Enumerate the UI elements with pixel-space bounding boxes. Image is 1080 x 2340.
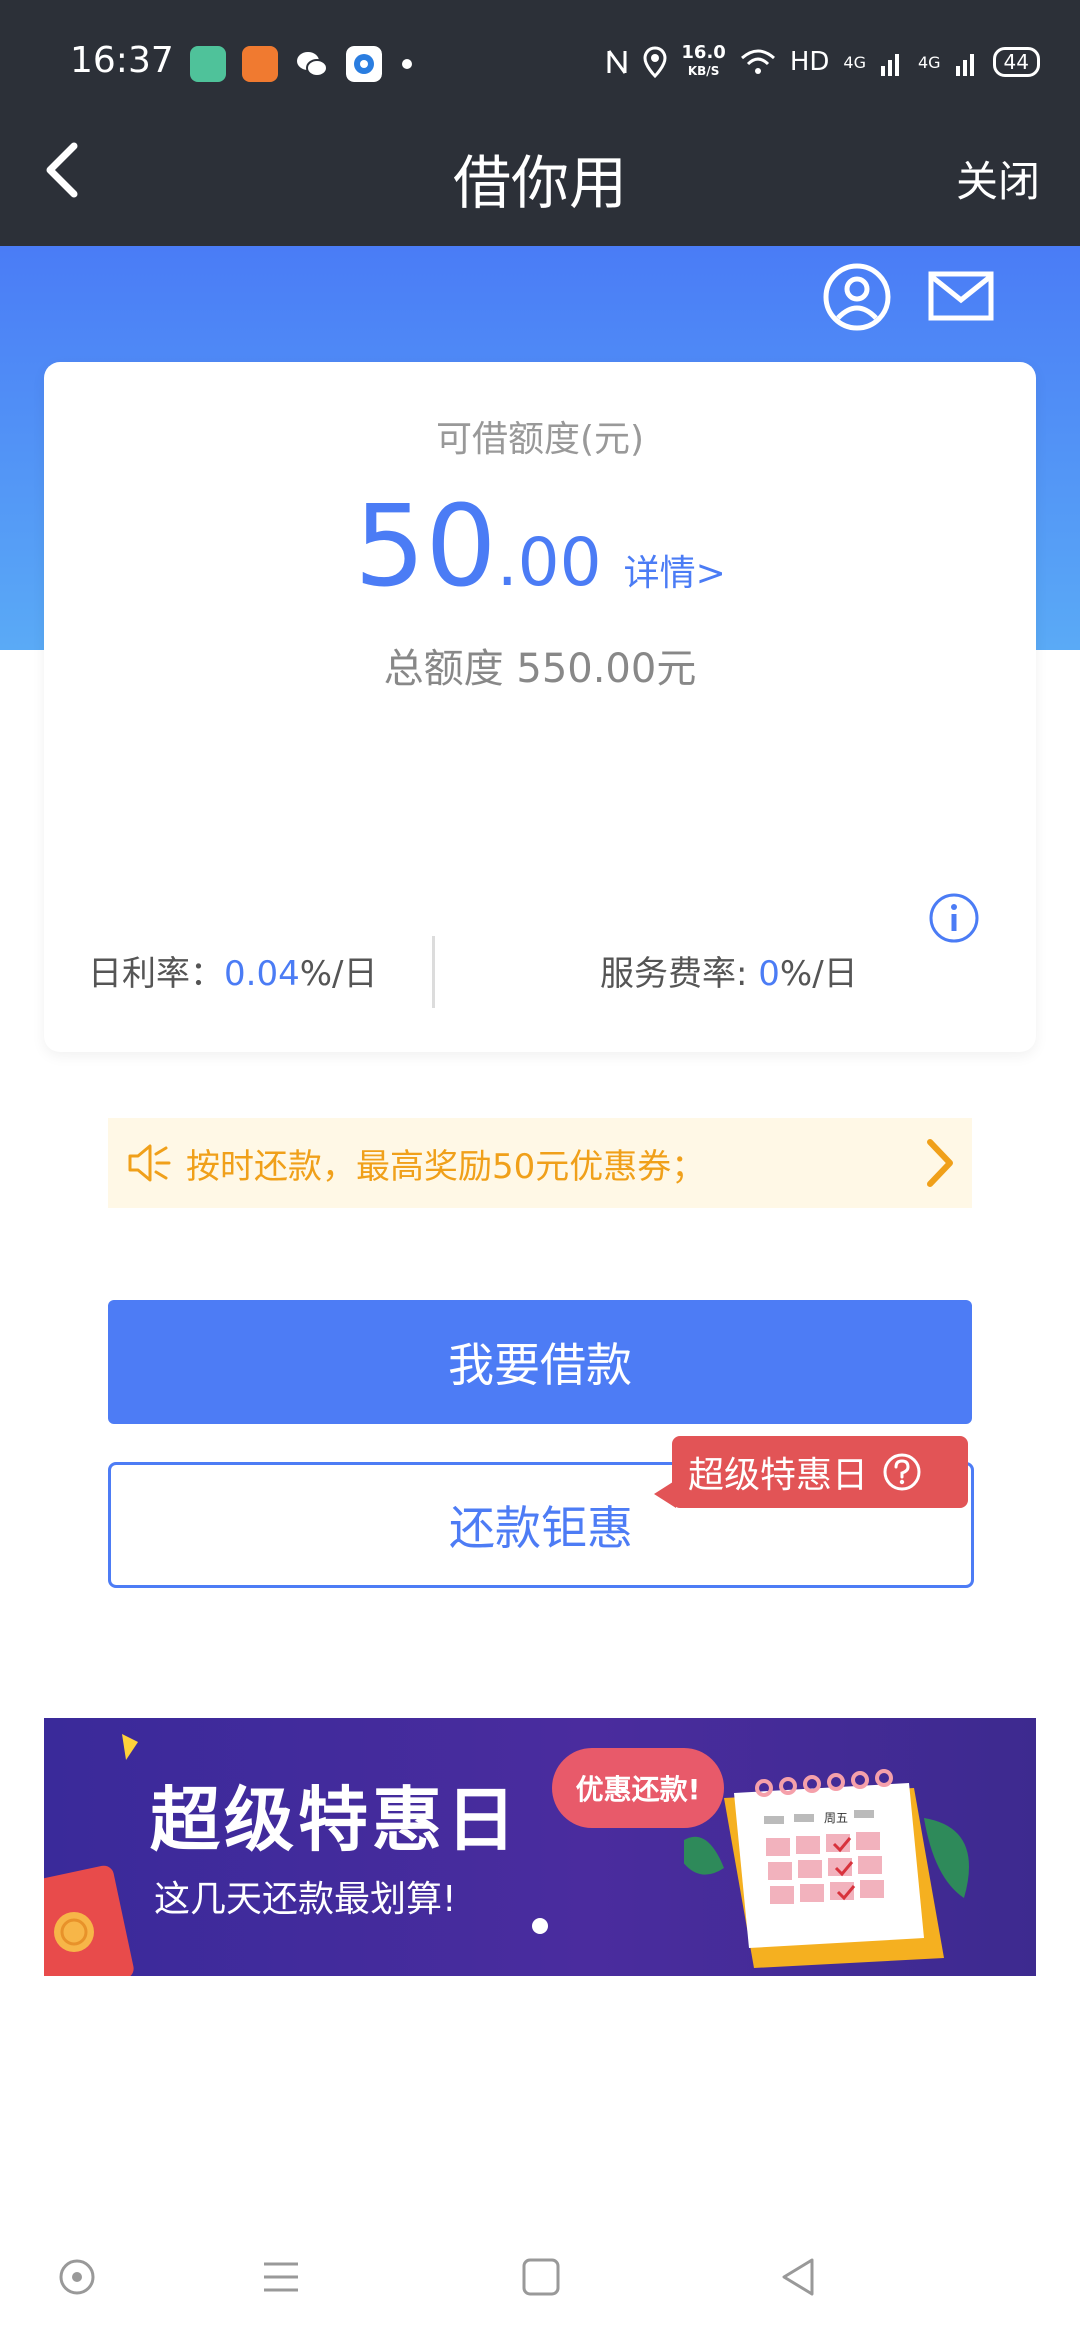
wechat-icon bbox=[297, 52, 328, 77]
daily-rate-label: 日利率： bbox=[88, 954, 224, 994]
net-speed-value: 16.0 bbox=[681, 42, 726, 63]
special-day-label: 超级特惠日 bbox=[688, 1455, 869, 1496]
blue-circle-app-icon bbox=[346, 46, 382, 82]
special-day-tag[interactable]: 超级特惠日 bbox=[672, 1436, 968, 1508]
banner-subtitle: 这几天还款最划算! bbox=[154, 1879, 457, 1920]
notice-text: 按时还款，最高奖励50元优惠券； bbox=[186, 1146, 706, 1187]
wifi-icon bbox=[740, 49, 775, 74]
daily-rate: 日利率：0.04%/日 bbox=[88, 946, 377, 995]
service-rate-value: 0 bbox=[758, 954, 780, 994]
home-icon[interactable] bbox=[518, 2254, 564, 2300]
question-icon bbox=[883, 1453, 921, 1491]
red-envelope-icon bbox=[44, 1865, 134, 1976]
daily-rate-unit: %/日 bbox=[299, 954, 378, 994]
confetti-icon bbox=[122, 1734, 138, 1760]
amount-integer: 50 bbox=[354, 482, 497, 612]
location-icon bbox=[643, 46, 667, 78]
status-bar: 16:37 16.0 KB/S HD 4G 4G 44 bbox=[0, 0, 1080, 96]
assistant-icon[interactable] bbox=[54, 2254, 100, 2300]
user-profile-icon[interactable] bbox=[822, 262, 892, 332]
service-rate-label: 服务费率: bbox=[600, 954, 759, 994]
menu-icon[interactable] bbox=[258, 2254, 304, 2300]
page-title: 借你用 bbox=[452, 149, 627, 217]
hd-indicator: HD bbox=[789, 47, 830, 77]
available-amount: 50.00 详情> bbox=[44, 482, 1036, 612]
amount-decimal: .00 bbox=[496, 524, 602, 601]
close-button[interactable]: 关闭 bbox=[956, 148, 1040, 209]
service-rate: 服务费率: 0%/日 bbox=[600, 946, 858, 995]
signal-1-icon bbox=[880, 54, 899, 76]
status-right: 16.0 KB/S HD 4G 4G 44 bbox=[605, 44, 1040, 80]
net-speed-unit: KB/S bbox=[687, 64, 720, 78]
mail-icon[interactable] bbox=[926, 262, 996, 332]
info-icon[interactable] bbox=[928, 892, 980, 944]
total-credit: 总额度 550.00元 bbox=[383, 646, 697, 692]
calendar-label: 周五 bbox=[824, 1811, 848, 1825]
nfc-icon bbox=[607, 50, 627, 74]
signal-2-icon bbox=[955, 54, 974, 76]
net-speed: 16.0 KB/S bbox=[681, 44, 725, 80]
service-rate-unit: %/日 bbox=[779, 954, 858, 994]
available-credit-label: 可借额度(元) bbox=[435, 419, 645, 460]
daily-rate-value: 0.04 bbox=[224, 954, 300, 994]
chevron-right-icon bbox=[927, 1139, 953, 1187]
repayment-notice[interactable]: 按时还款，最高奖励50元优惠券； bbox=[108, 1118, 972, 1208]
carousel-indicator-dot bbox=[532, 1918, 548, 1934]
top-nav-bar: 借你用 关闭 bbox=[0, 96, 1080, 246]
green-app-icon bbox=[190, 46, 226, 82]
battery-icon: 44 bbox=[992, 47, 1040, 77]
system-nav-bar bbox=[0, 2230, 1080, 2340]
status-time: 16:37 bbox=[70, 40, 174, 81]
signal-2-label: 4G bbox=[917, 52, 941, 72]
calendar-illustration-icon: 周五 bbox=[684, 1769, 969, 1968]
uc-browser-icon bbox=[242, 46, 278, 82]
notification-icons bbox=[190, 46, 412, 82]
borrow-button[interactable]: 我要借款 bbox=[108, 1300, 972, 1424]
back-triangle-icon[interactable] bbox=[776, 2254, 822, 2300]
promo-banner[interactable]: 超级特惠日 这几天还款最划算! 优惠还款! 周五 bbox=[44, 1718, 1036, 1976]
detail-link[interactable]: 详情> bbox=[624, 553, 726, 594]
more-notifications-dot bbox=[402, 59, 412, 69]
speaker-icon bbox=[128, 1144, 171, 1182]
signal-1-label: 4G bbox=[843, 52, 866, 72]
rate-divider bbox=[432, 936, 435, 1008]
credit-card-panel: 可借额度(元) 50.00 详情> 总额度 550.00元 日利率：0.04%/日… bbox=[44, 362, 1036, 1052]
banner-title: 超级特惠日 bbox=[150, 1779, 520, 1861]
